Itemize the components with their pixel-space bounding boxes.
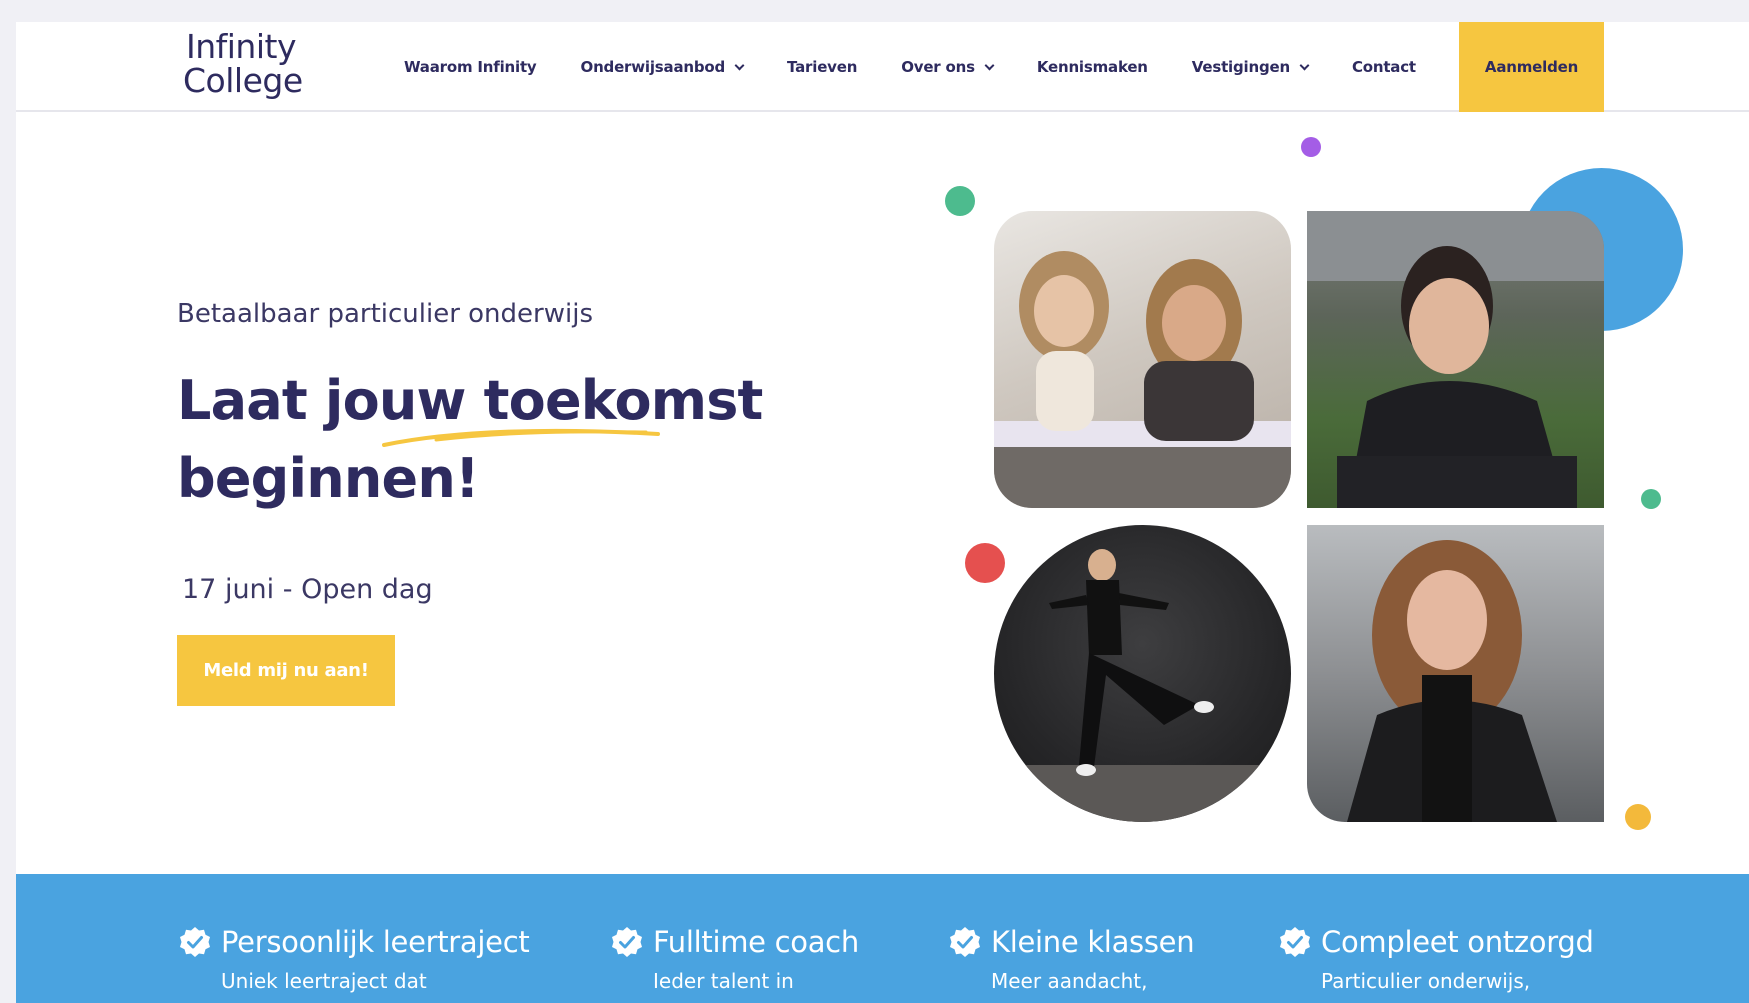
decor-dot-red xyxy=(965,543,1005,583)
decor-dot-green xyxy=(945,186,975,216)
benefit-desc: Uniek leertraject dat xyxy=(221,969,427,993)
logo-line-2: College xyxy=(183,61,303,100)
nav-item-over-ons[interactable]: Over ons xyxy=(901,58,995,76)
logo[interactable]: Infinity College xyxy=(183,27,303,100)
decor-dot-yellow xyxy=(1625,804,1651,830)
nav-label: Onderwijsaanbod xyxy=(580,58,726,76)
benefit-item: Persoonlijk leertraject Uniek leertrajec… xyxy=(179,925,530,993)
benefits-band: Persoonlijk leertraject Uniek leertrajec… xyxy=(16,874,1749,1003)
nav-item-kennismaken[interactable]: Kennismaken xyxy=(1037,58,1148,76)
hero-eyebrow: Betaalbaar particulier onderwijs xyxy=(177,299,593,329)
benefit-desc: Ieder talent in xyxy=(653,969,794,993)
chevron-down-icon xyxy=(984,60,995,70)
verified-check-icon xyxy=(1280,927,1310,957)
site-header: Infinity College Waarom Infinity Onderwi… xyxy=(16,22,1749,112)
benefit-desc: Particulier onderwijs, xyxy=(1321,969,1531,993)
decor-dot-green-small xyxy=(1641,489,1661,509)
main-nav: Waarom Infinity Onderwijsaanbod Tarieven… xyxy=(404,22,1460,112)
nav-label: Over ons xyxy=(901,58,975,76)
verified-check-icon xyxy=(180,927,210,957)
chevron-down-icon xyxy=(1299,60,1310,70)
nav-item-contact[interactable]: Contact xyxy=(1352,58,1416,76)
open-day-text: 17 juni - Open dag xyxy=(182,574,433,605)
nav-label: Waarom Infinity xyxy=(404,58,537,76)
headline-line-2: beginnen! xyxy=(177,447,480,510)
benefit-desc: Meer aandacht, xyxy=(991,969,1148,993)
nav-label: Tarieven xyxy=(787,58,858,76)
benefit-item: Compleet ontzorgd Particulier onderwijs, xyxy=(1279,925,1594,993)
nav-item-tarieven[interactable]: Tarieven xyxy=(787,58,857,76)
meld-mij-aan-button[interactable]: Meld mij nu aan! xyxy=(177,635,395,706)
nav-label: Vestigingen xyxy=(1191,58,1290,76)
photo-two-students xyxy=(994,211,1291,508)
page-frame: Infinity College Waarom Infinity Onderwi… xyxy=(16,22,1749,1003)
benefit-title: Fulltime coach xyxy=(653,925,859,959)
logo-line-1: Infinity xyxy=(186,27,296,66)
benefit-item: Fulltime coach Ieder talent in xyxy=(611,925,859,993)
headline-underline-decoration xyxy=(382,428,660,447)
nav-item-vestigingen[interactable]: Vestigingen xyxy=(1191,58,1310,76)
verified-check-icon xyxy=(612,927,642,957)
benefit-item: Kleine klassen Meer aandacht, xyxy=(949,925,1195,993)
aanmelden-button[interactable]: Aanmelden xyxy=(1459,22,1604,112)
benefit-title: Persoonlijk leertraject xyxy=(221,925,530,959)
verified-check-icon xyxy=(950,927,980,957)
chevron-down-icon xyxy=(734,60,745,70)
benefit-title: Compleet ontzorgd xyxy=(1321,925,1594,959)
photo-student-jumping xyxy=(994,525,1291,822)
nav-item-waarom-infinity[interactable]: Waarom Infinity xyxy=(404,58,537,76)
nav-label: Kennismaken xyxy=(1036,58,1148,76)
photo-student-girl xyxy=(1307,525,1604,822)
benefit-title: Kleine klassen xyxy=(991,925,1195,959)
decor-dot-purple xyxy=(1301,137,1321,157)
nav-item-onderwijsaanbod[interactable]: Onderwijsaanbod xyxy=(580,58,745,76)
photo-student-boy xyxy=(1307,211,1604,508)
nav-label: Contact xyxy=(1351,58,1416,76)
